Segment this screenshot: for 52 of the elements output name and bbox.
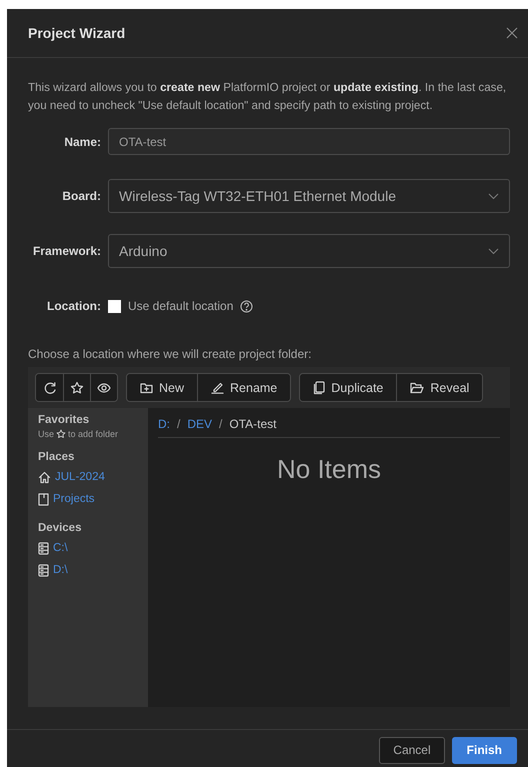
star-icon [70, 380, 84, 394]
sidebar-link[interactable]: D:\ [53, 564, 68, 576]
sidebar-heading: Devices [38, 522, 82, 534]
eye-icon [97, 380, 111, 394]
home-icon [38, 470, 51, 484]
breadcrumb-separator: / [177, 416, 180, 430]
copy-icon [313, 380, 326, 394]
sidebar-link[interactable]: Projects [53, 493, 95, 505]
field-label: Framework: [32, 244, 101, 258]
rename-button[interactable]: Rename [197, 374, 290, 401]
sidebar-link[interactable]: JUL-2024 [55, 471, 105, 483]
breadcrumb-separator: / [219, 416, 222, 430]
close-icon[interactable] [506, 27, 518, 39]
hint-text: to add folder [68, 429, 118, 439]
folder-open-icon [410, 382, 424, 394]
reveal-button[interactable]: Reveal [396, 374, 482, 401]
pencil-icon [211, 381, 224, 394]
checkbox[interactable] [108, 300, 121, 312]
refresh-icon [42, 380, 56, 394]
star-icon [56, 429, 66, 439]
field-label: Name: [63, 134, 101, 148]
finish-button[interactable]: Finish [452, 736, 517, 764]
sidebar-heading: Places [38, 451, 76, 463]
dropdown-field[interactable]: Wireless-Tag WT32-ETH01 Ethernet Module [108, 179, 510, 213]
dropdown-field[interactable]: Arduino [108, 234, 510, 268]
help-icon [240, 300, 254, 312]
document-icon [38, 492, 49, 506]
name-field[interactable]: OTA-test [108, 128, 510, 155]
drive-icon [38, 564, 49, 576]
duplicate-button[interactable]: Duplicate [300, 374, 396, 401]
sidebar-heading: Favorites [38, 414, 90, 426]
refresh-button[interactable] [36, 374, 63, 401]
breadcrumb-link[interactable]: D: [158, 416, 170, 430]
location-prompt: Choose a location where we will create project folder: [28, 347, 312, 362]
breadcrumb-current: OTA-test [229, 416, 276, 430]
favorite-button[interactable] [63, 374, 90, 401]
sidebar-link[interactable]: C:\ [53, 542, 68, 554]
field-label: Location: [46, 299, 101, 313]
new-folder-button[interactable]: New [127, 374, 198, 401]
folder-plus-icon [140, 382, 153, 394]
empty-message: No Items [276, 454, 382, 484]
chevron-icon [488, 192, 499, 200]
drive-icon [38, 542, 49, 554]
checkbox-label: Use default location [128, 299, 234, 313]
cancel-button[interactable]: Cancel [379, 736, 445, 764]
chevron-icon [488, 248, 499, 254]
dialog-title: Project Wizard [28, 25, 126, 41]
hint-text: Use [38, 429, 54, 439]
show-hidden-button[interactable] [90, 374, 117, 401]
breadcrumb-link[interactable]: DEV [187, 416, 212, 430]
description-text: This wizard allows you to create new PlatformIO project or update existing. In the last case, you need to uncheck "Use default location" and specify path to existing project. [28, 80, 508, 114]
field-label: Board: [61, 189, 101, 203]
